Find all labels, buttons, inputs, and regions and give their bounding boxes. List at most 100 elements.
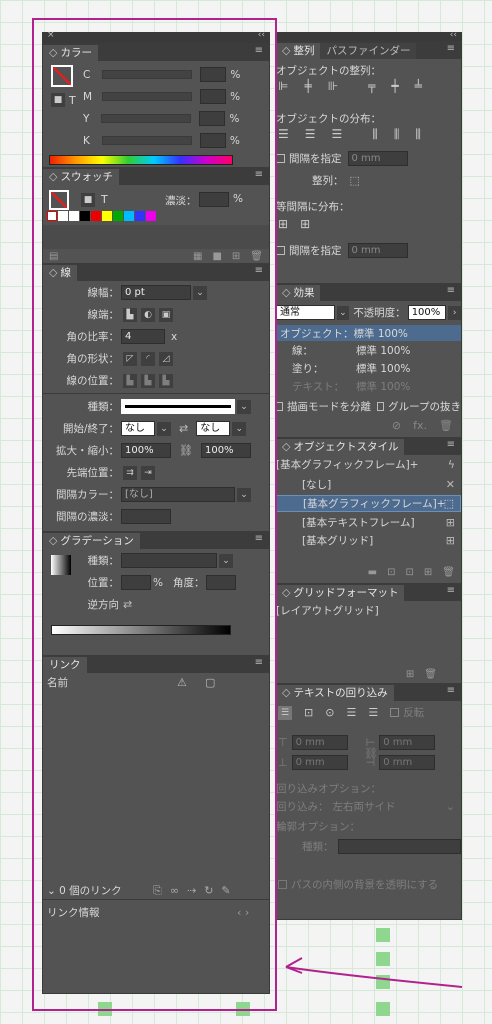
contour-type-row: 種類： [302, 839, 461, 854]
new-style-icon[interactable]: ⊞ [424, 567, 432, 578]
dist-top-icon[interactable]: ☰ [278, 127, 289, 142]
trash-icon[interactable]: 🗑 [424, 669, 437, 680]
align-top-icon[interactable]: ╤ [368, 79, 375, 93]
spacing2-checkbox[interactable] [276, 246, 285, 255]
tab-align[interactable]: ◇ 整列 [276, 43, 321, 59]
lightning-icon[interactable]: ϟ [448, 458, 455, 471]
chevron-down-icon[interactable]: ⌄ [336, 305, 350, 320]
blend-row: 通常 ⌄ 不透明度： 100% › [276, 305, 462, 320]
no-wrap-icon[interactable]: ☰ [278, 705, 292, 720]
align-right-icon[interactable]: ⊪ [328, 79, 338, 93]
fx-icon[interactable]: fx. [413, 419, 427, 432]
align-title: 整列 [293, 45, 315, 57]
dist-left-icon[interactable]: ⫼ [372, 127, 378, 142]
text-wrap-panel: ☰ ⊡ ⊙ ☰ ☰ 反転 ⊤ 0 mm ⊢ 0 mm ⊥ 0 mm ⊣ 0 mm ⛓ 回り込みオプショ… [276, 701, 461, 911]
chevron-icon: ◇ [282, 586, 291, 599]
style-item-selected[interactable]: [基本グラフィックフレーム]+ ⬚ [276, 495, 461, 512]
wrap-shape-icon[interactable]: ⊙ [325, 706, 334, 719]
opacity-field[interactable]: 100% [407, 305, 447, 320]
effects-stroke-row[interactable]: 線： 標準 100% [292, 343, 461, 358]
transparent-checkbox[interactable] [278, 880, 287, 889]
spacing-checkbox[interactable] [276, 154, 285, 163]
spacing-row: 間隔を指定 0 mm [276, 151, 461, 166]
invert-checkbox[interactable] [390, 708, 400, 717]
new-grid-icon[interactable]: ⊞ [406, 669, 414, 680]
effects-fill-label: 塗り： [292, 363, 324, 375]
panel-menu-icon[interactable]: ≡ [447, 439, 455, 450]
wrap-mode-buttons: ☰ ⊡ ⊙ ☰ ☰ 反転 [278, 705, 461, 720]
bottom-offset-field[interactable]: 0 mm [291, 755, 348, 770]
chevron-right-icon[interactable]: › [448, 305, 462, 320]
collapse-icon[interactable]: ‹‹ [450, 30, 457, 40]
wrap-bbox-icon[interactable]: ⊡ [304, 706, 313, 719]
knockout-label: グループの抜き [388, 401, 461, 413]
spacing2-field[interactable]: 0 mm [347, 243, 408, 258]
chevron-icon: ◇ [282, 286, 291, 299]
clear-attr-icon[interactable]: ⊡ [406, 567, 414, 578]
style-item[interactable]: [基本テキストフレーム] ⊞ [302, 515, 461, 530]
effects-title: 効果 [293, 287, 315, 299]
align-left-icon[interactable]: ⊫ [278, 79, 288, 93]
jump-object-icon[interactable]: ☰ [346, 706, 356, 719]
dist-space-h-icon[interactable]: ⊞ [300, 217, 310, 231]
style-item[interactable]: [なし] ✕ [302, 477, 461, 492]
clear-effects-icon[interactable]: ⊘ [392, 419, 401, 432]
isolate-row: 描画モードを分離 グループの抜き [276, 399, 461, 414]
dock-header: ‹‹ [276, 30, 461, 41]
clear-overrides-icon[interactable]: ⊡ [387, 567, 395, 578]
dist-hcenter-icon[interactable]: ⫼ [394, 127, 400, 142]
panel-menu-icon[interactable]: ≡ [447, 285, 455, 296]
tab-object-styles[interactable]: ◇ オブジェクトスタイル [276, 439, 405, 455]
dist-vcenter-icon[interactable]: ☰ [305, 127, 316, 142]
isolate-checkbox[interactable] [276, 402, 284, 411]
top-offset-field[interactable]: 0 mm [291, 735, 348, 750]
effects-fill-row[interactable]: 塗り： 標準 100% [292, 361, 461, 376]
folder-icon[interactable]: ▬ [368, 567, 377, 578]
panel-menu-icon[interactable]: ≡ [447, 685, 455, 696]
dist-right-icon[interactable]: ⫼ [415, 127, 421, 142]
object-styles-panel: [基本グラフィックフレーム]+ ϟ [なし] ✕ [基本グラフィックフレーム]+ ⬚ … [276, 455, 461, 583]
jump-column-icon[interactable]: ☰ [368, 706, 378, 719]
align-buttons: ⊫ ╪ ⊪ ╤ ┿ ╧ [278, 79, 422, 93]
spacing2-label: 間隔を指定 [289, 245, 342, 257]
left-offset-field[interactable]: 0 mm [379, 735, 436, 750]
align-hcenter-icon[interactable]: ╪ [304, 79, 311, 93]
link-icon[interactable]: ⛓ [364, 747, 378, 760]
wrap-options-label: 回り込みオプション： [276, 783, 381, 795]
spacing-field[interactable]: 0 mm [347, 151, 408, 166]
chevron-down-icon[interactable]: ⌄ [446, 800, 455, 813]
knockout-checkbox[interactable] [377, 402, 385, 411]
trash-icon[interactable]: 🗑 [439, 419, 453, 432]
wrap-to-row: 回り込み： 左右両サイド ⌄ [276, 799, 461, 814]
panel-menu-icon[interactable]: ≡ [447, 585, 455, 596]
effects-text-row[interactable]: テキスト： 標準 100% [292, 379, 461, 394]
blend-select[interactable]: 通常 [276, 305, 335, 320]
text-wrap-title: テキストの回り込み [293, 687, 388, 699]
tab-text-wrap[interactable]: ◇ テキストの回り込み [276, 685, 394, 701]
spacing-label: 間隔を指定 [289, 153, 342, 165]
dist-bottom-icon[interactable]: ☰ [332, 127, 343, 142]
object-styles-tabbar: ◇ オブジェクトスタイル ≡ [276, 437, 461, 455]
object-styles-title: オブジェクトスタイル [293, 441, 399, 453]
grid-icon: ⊞ [445, 534, 455, 547]
align-vcenter-icon[interactable]: ┿ [391, 79, 398, 93]
style-item-label: [基本グラフィックフレーム]+ [303, 498, 446, 510]
panel-menu-icon[interactable]: ≡ [447, 43, 455, 54]
align-to-selection-icon[interactable]: ⬚ [350, 174, 360, 187]
align-to-row: 整列： ⬚ [312, 173, 461, 188]
trash-icon[interactable]: 🗑 [442, 567, 455, 578]
right-offset-field[interactable]: 0 mm [379, 755, 436, 770]
layout-grid-item[interactable]: [レイアウトグリッド] [276, 603, 379, 618]
effects-object-row[interactable]: オブジェクト：標準 100% [276, 325, 461, 341]
effects-stroke-value: 標準 100% [356, 345, 411, 357]
tab-effects[interactable]: ◇ 効果 [276, 285, 321, 301]
tab-pathfinder[interactable]: パスファインダー [320, 43, 417, 59]
effects-text-value: 標準 100% [356, 381, 411, 393]
dist-space-v-icon[interactable]: ⊞ [278, 217, 288, 231]
effects-panel: 通常 ⌄ 不透明度： 100% › オブジェクト：標準 100% 線： 標準 100% 塗… [276, 301, 462, 437]
tab-grid-format[interactable]: ◇ グリッドフォーマット [276, 585, 405, 601]
wrap-to-select[interactable]: 左右両サイド [333, 799, 396, 814]
contour-type-select[interactable] [337, 839, 461, 854]
align-bottom-icon[interactable]: ╧ [415, 79, 422, 93]
style-item[interactable]: [基本グリッド] ⊞ [302, 533, 461, 548]
